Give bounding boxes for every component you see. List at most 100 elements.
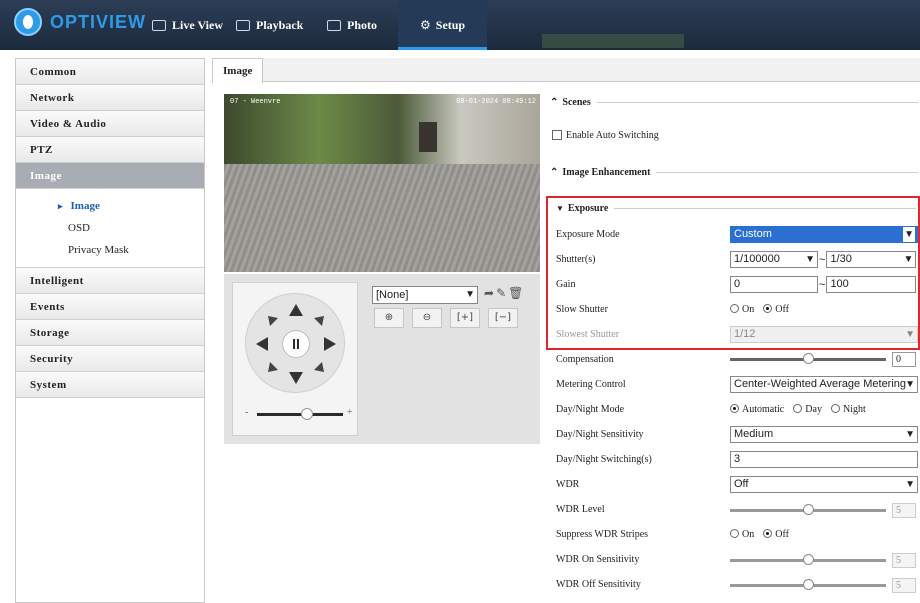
slowest-shutter-value: 1/12 xyxy=(734,328,756,340)
preset-select[interactable]: [None] ▼ xyxy=(372,286,478,304)
gain-label: Gain xyxy=(556,278,576,290)
sidebar-subitem-privacy-mask[interactable]: Privacy Mask xyxy=(16,239,204,261)
slowest-shutter-row: Slowest Shutter xyxy=(556,323,619,345)
shutter-min-select[interactable]: 1/100000 ▼ xyxy=(730,251,818,268)
ptz-speed-slider-knob[interactable] xyxy=(301,408,313,420)
slow-shutter-off-radio[interactable] xyxy=(763,304,773,313)
suppress-wdr-on-radio[interactable] xyxy=(730,529,739,538)
ptz-down-arrow-icon[interactable] xyxy=(289,372,303,384)
ptz-down-left-arrow-icon[interactable] xyxy=(268,362,278,372)
chevron-down-icon: ▼ xyxy=(905,479,915,490)
metering-control-control: Center-Weighted Average Metering ▼ xyxy=(730,376,918,393)
wdr-on-sensitivity-slider-knob[interactable] xyxy=(803,554,814,565)
wdr-select[interactable]: Off ▼ xyxy=(730,476,918,493)
focus-far-button[interactable]: [−] xyxy=(488,308,518,328)
zoom-in-button[interactable]: ⊕ xyxy=(374,308,404,328)
logo-icon xyxy=(14,8,42,36)
sidebar-item-image[interactable]: Image xyxy=(16,163,204,189)
slow-shutter-on-label: On xyxy=(742,304,755,315)
daynight-switching-input[interactable]: 3 xyxy=(730,451,918,468)
shutter-row: Shutter(s) xyxy=(556,248,595,270)
wdr-off-sensitivity-value-box[interactable]: 5 xyxy=(892,578,916,593)
shutter-max-select[interactable]: 1/30 ▼ xyxy=(826,251,917,268)
ptz-right-arrow-icon[interactable] xyxy=(324,337,336,351)
wdr-row: WDR xyxy=(556,473,579,495)
enable-auto-switching-checkbox[interactable] xyxy=(552,130,562,140)
compensation-slider-knob[interactable] xyxy=(803,353,814,364)
daynight-mode-row: Day/Night Mode xyxy=(556,398,624,420)
slowest-shutter-select[interactable]: 1/12 ▼ xyxy=(730,326,918,343)
suppress-wdr-label: Suppress WDR Stripes xyxy=(556,528,649,540)
collapse-up-icon: ⌃ xyxy=(550,167,559,178)
wdr-level-value-box[interactable]: 5 xyxy=(892,503,916,518)
sidebar-item-video-audio[interactable]: Video & Audio xyxy=(16,111,204,137)
wdr-level-slider-knob[interactable] xyxy=(803,504,814,515)
nav-photo-label: Photo xyxy=(347,17,377,32)
gain-control: 0 ~ 100 xyxy=(730,276,917,293)
goto-preset-icon[interactable]: ➦ xyxy=(484,286,496,300)
enable-auto-switching-label: Enable Auto Switching xyxy=(566,129,659,141)
slow-shutter-on-radio[interactable] xyxy=(730,304,739,313)
suppress-wdr-off-radio[interactable] xyxy=(763,529,773,538)
daynight-night-radio[interactable] xyxy=(831,404,841,413)
zoom-out-button[interactable]: ⊖ xyxy=(412,308,442,328)
brand-logo: OPTIVIEW xyxy=(14,8,146,36)
delete-preset-icon[interactable]: 🗑 xyxy=(508,286,525,300)
sidebar-item-events[interactable]: Events xyxy=(16,294,204,320)
wdr-level-label: WDR Level xyxy=(556,503,605,515)
chevron-down-icon: ▼ xyxy=(905,379,915,390)
compensation-slider[interactable] xyxy=(730,353,886,364)
ptz-up-right-arrow-icon[interactable] xyxy=(314,316,324,326)
wdr-on-sensitivity-slider[interactable] xyxy=(730,554,886,565)
edit-preset-icon[interactable]: ✎ xyxy=(496,286,508,300)
daynight-automatic-radio[interactable] xyxy=(730,404,739,413)
chevron-down-icon: ▼ xyxy=(905,329,915,340)
daynight-day-radio[interactable] xyxy=(793,404,803,413)
exposure-title: Exposure xyxy=(567,203,609,214)
nav-setup-label: Setup xyxy=(435,17,466,32)
focus-near-button[interactable]: [+] xyxy=(450,308,480,328)
sidebar-subitem-osd[interactable]: OSD xyxy=(16,217,204,239)
wdr-off-sensitivity-slider-knob[interactable] xyxy=(803,579,814,590)
daynight-sensitivity-select[interactable]: Medium ▼ xyxy=(730,426,918,443)
wdr-on-sensitivity-label: WDR On Sensitivity xyxy=(556,553,640,565)
sidebar-item-intelligent[interactable]: Intelligent xyxy=(16,268,204,294)
gain-max-input[interactable]: 100 xyxy=(826,276,917,293)
gain-min-input[interactable]: 0 xyxy=(730,276,818,293)
sidebar-subitem-image[interactable]: Image xyxy=(16,195,204,217)
nav-setup[interactable]: ⚙ Setup xyxy=(398,0,488,50)
ptz-left-arrow-icon[interactable] xyxy=(256,337,268,351)
ptz-speed-slider[interactable] xyxy=(257,408,343,420)
nav-live-view[interactable]: Live View xyxy=(152,0,223,50)
metering-control-select[interactable]: Center-Weighted Average Metering ▼ xyxy=(730,376,918,393)
sidebar-item-network[interactable]: Network xyxy=(16,85,204,111)
scenes-section-header[interactable]: ⌃ Scenes xyxy=(550,97,918,108)
ptz-up-arrow-icon[interactable] xyxy=(289,304,303,316)
tab-image[interactable]: Image xyxy=(212,58,264,83)
sidebar-item-system[interactable]: System xyxy=(16,372,204,398)
ptz-down-right-arrow-icon[interactable] xyxy=(314,362,324,372)
nav-photo[interactable]: Photo xyxy=(327,0,377,50)
daynight-mode-control: Automatic Day Night xyxy=(730,403,872,415)
wdr-level-slider[interactable] xyxy=(730,504,886,515)
daynight-sensitivity-value: Medium xyxy=(734,428,774,440)
wdr-on-sensitivity-value-box[interactable]: 5 xyxy=(892,553,916,568)
exposure-mode-select[interactable]: Custom ▼ xyxy=(730,226,918,243)
shutter-min-value: 1/100000 xyxy=(734,253,780,265)
slow-shutter-off-label: Off xyxy=(775,304,789,315)
image-enhancement-section-header[interactable]: ⌃ Image Enhancement xyxy=(550,167,918,178)
sidebar-item-storage[interactable]: Storage xyxy=(16,320,204,346)
ptz-up-left-arrow-icon[interactable] xyxy=(268,316,278,326)
ptz-pause-button[interactable]: ll xyxy=(282,330,310,358)
sidebar-item-security[interactable]: Security xyxy=(16,346,204,372)
preset-actions: ➦✎🗑 xyxy=(484,286,525,301)
live-video-preview[interactable]: 07 - Weenvre 08-01-2024 08:49:12 xyxy=(224,94,540,272)
wdr-on-sensitivity-row: WDR On Sensitivity xyxy=(556,548,639,570)
nav-playback[interactable]: Playback xyxy=(236,0,303,50)
exposure-section-header[interactable]: ▼ Exposure xyxy=(556,203,916,214)
compensation-row: Compensation xyxy=(556,348,614,370)
sidebar-item-ptz[interactable]: PTZ xyxy=(16,137,204,163)
sidebar-item-common[interactable]: Common xyxy=(16,59,204,85)
compensation-value-box[interactable]: 0 xyxy=(892,352,916,367)
wdr-off-sensitivity-slider[interactable] xyxy=(730,579,886,590)
